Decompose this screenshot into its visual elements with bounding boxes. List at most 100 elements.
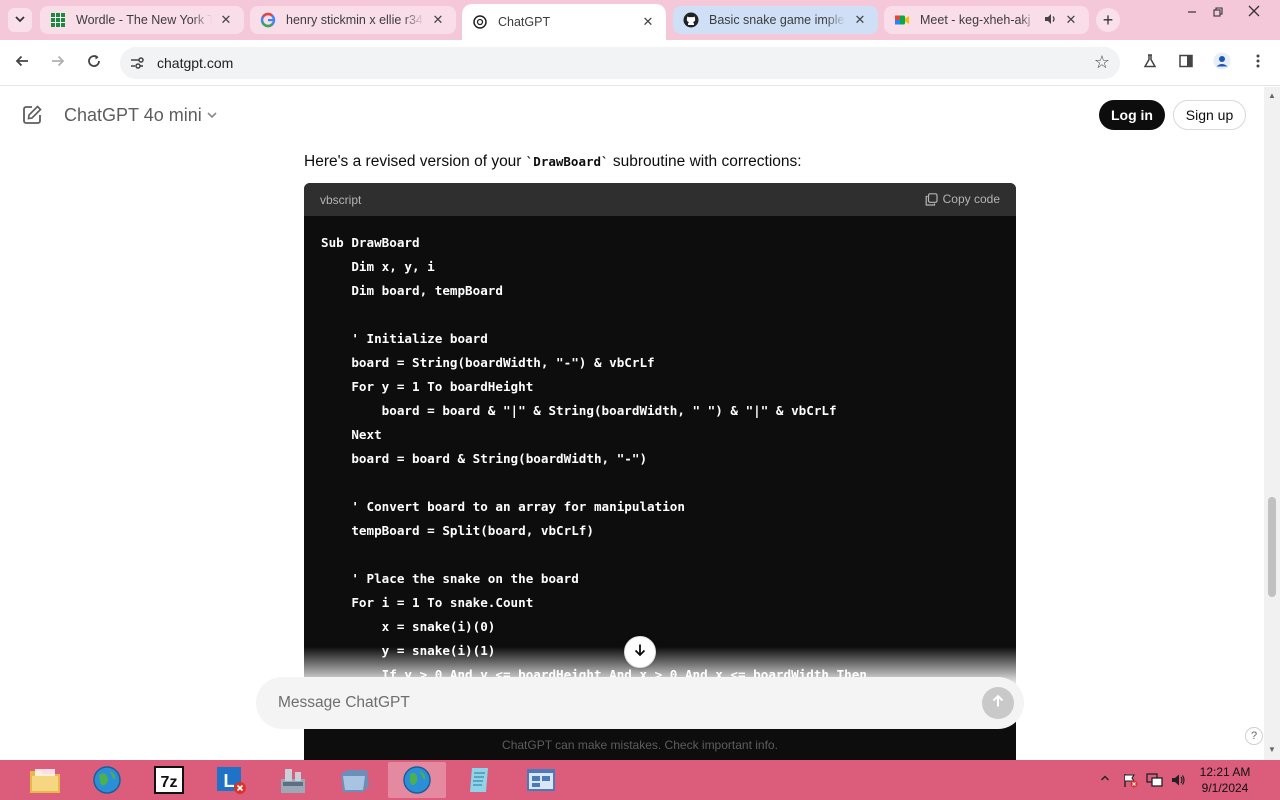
compose-icon [20,105,44,131]
code-content: Sub DrawBoard Dim x, y, i Dim board, tem… [321,231,867,687]
code-language: vbscript [320,193,362,207]
tab-google-meet[interactable]: Meet - keg-xheh-akj ✕ [884,6,1089,34]
reload-icon [86,53,102,74]
close-icon[interactable]: ✕ [852,12,868,28]
lync-icon[interactable]: L [202,762,260,798]
arrow-left-icon [14,53,30,74]
back-button[interactable] [10,51,34,75]
code-line: Dim x, y, i [321,259,435,274]
action-center-flag-icon[interactable] [1122,772,1138,791]
chevron-down-icon [14,13,26,28]
close-icon[interactable]: ✕ [1063,12,1079,28]
control-panel-icon[interactable] [264,762,322,798]
site-settings-icon[interactable] [128,54,146,72]
tab-title: henry stickmin x ellie r34 [286,13,423,27]
close-icon[interactable]: ✕ [430,12,446,28]
wordle-grid-icon [50,12,66,28]
arrow-up-icon [991,694,1005,713]
scroll-down-arrow-icon[interactable]: ▼ [1264,743,1280,757]
arrow-right-icon [50,53,66,74]
tab-search-button[interactable] [8,8,32,32]
clock-time: 12:21 AM [1199,765,1251,779]
message-input[interactable] [278,691,958,715]
side-panel-button[interactable] [1174,51,1198,75]
windows-taskbar: 7z L 12:21 AM 9/1/2024 [0,760,1280,800]
restore-button[interactable] [1202,0,1234,24]
7zip-icon[interactable]: 7z [140,762,198,798]
chrome-icon[interactable] [388,762,446,798]
system-clock[interactable]: 12:21 AM 9/1/2024 [1190,764,1260,796]
svg-text:7z: 7z [161,774,178,791]
help-button[interactable]: ? [1245,727,1263,745]
assistant-message-intro: Here's a revised version of your `DrawBo… [304,153,802,171]
scroll-up-arrow-icon[interactable]: ▲ [1264,89,1280,103]
copy-code-button[interactable]: Copy code [925,192,1000,206]
scroll-to-bottom-button[interactable] [624,636,656,668]
address-bar[interactable]: chatgpt.com ☆ [120,47,1120,79]
send-button[interactable] [982,687,1014,719]
labs-flask-button[interactable] [1138,51,1162,75]
page-scrollbar[interactable]: ▲ ▼ [1264,87,1280,760]
network-icon[interactable] [1146,772,1164,791]
arrow-down-icon [633,643,647,662]
browser-toolbar: chatgpt.com ☆ [0,40,1280,86]
tab-chatgpt[interactable]: ChatGPT ✕ [462,4,666,40]
code-line: ' Initialize board [321,331,488,346]
tab-github-snake[interactable]: Basic snake game implementation ✕ [673,6,878,34]
window-close-button[interactable] [1238,0,1270,24]
scrollbar-thumb[interactable] [1268,497,1276,597]
notepad-icon[interactable] [450,762,508,798]
side-panel-icon [1178,53,1194,74]
code-line: board = board & String(boardWidth, "-") [321,451,648,466]
sign-up-button[interactable]: Sign up [1173,100,1246,130]
disclaimer-text: ChatGPT can make mistakes. Check importa… [502,738,778,752]
code-line: For y = 1 To boardHeight [321,379,534,394]
close-icon[interactable]: ✕ [218,12,234,28]
chevron-down-icon[interactable] [206,109,218,124]
browser-menu-button[interactable] [1246,51,1270,75]
code-line: Sub DrawBoard [321,235,420,250]
model-selector[interactable]: ChatGPT 4o mini [64,105,202,126]
system-config-icon[interactable] [512,762,570,798]
tab-title: ChatGPT [498,15,551,29]
svg-text:L: L [224,771,235,791]
google-icon [260,12,276,28]
code-line: tempBoard = Split(board, vbCrLf) [321,523,594,538]
clock-date: 9/1/2024 [1201,781,1249,795]
intro-text-before: Here's a revised version of your [304,153,526,170]
url-text: chatgpt.com [157,55,234,71]
tab-title: Wordle - The New York Times [76,13,212,27]
copy-code-label: Copy code [942,192,1000,206]
file-explorer-icon[interactable] [16,762,74,798]
avatar-icon [1213,52,1231,75]
chatgpt-page: ChatGPT 4o mini Log in Sign up Here's a … [0,87,1264,760]
intro-text-after: subroutine with corrections: [608,153,802,170]
github-icon [683,12,699,28]
tray-overflow-chevron-icon[interactable] [1100,772,1110,786]
tab-title: Basic snake game implementation [709,13,846,27]
log-in-button[interactable]: Log in [1099,100,1165,130]
google-meet-icon [894,12,910,28]
chatgpt-icon [472,14,488,30]
bookmark-star-icon[interactable]: ☆ [1094,52,1110,73]
new-tab-button[interactable]: + [1096,8,1120,32]
tab-google-search[interactable]: henry stickmin x ellie r34 ✕ [250,6,456,34]
volume-icon[interactable] [1170,772,1186,791]
forward-button[interactable] [46,51,70,75]
copy-icon [925,192,938,206]
tab-wordle[interactable]: Wordle - The New York Times ✕ [40,6,244,34]
close-icon[interactable]: ✕ [640,14,656,30]
reload-button[interactable] [82,51,106,75]
code-line: board = String(boardWidth, "-") & vbCrLf [321,355,655,370]
profile-button[interactable] [1210,51,1234,75]
plus-icon: + [1102,9,1114,30]
code-line: For i = 1 To snake.Count [321,595,534,610]
kebab-menu-icon [1256,53,1260,74]
code-line: x = snake(i)(0) [321,619,496,634]
speaker-icon[interactable] [1043,12,1057,29]
new-chat-button[interactable] [20,103,44,127]
folder-icon[interactable] [326,762,384,798]
globe-app-icon[interactable] [78,762,136,798]
minimize-icon [1187,5,1197,20]
